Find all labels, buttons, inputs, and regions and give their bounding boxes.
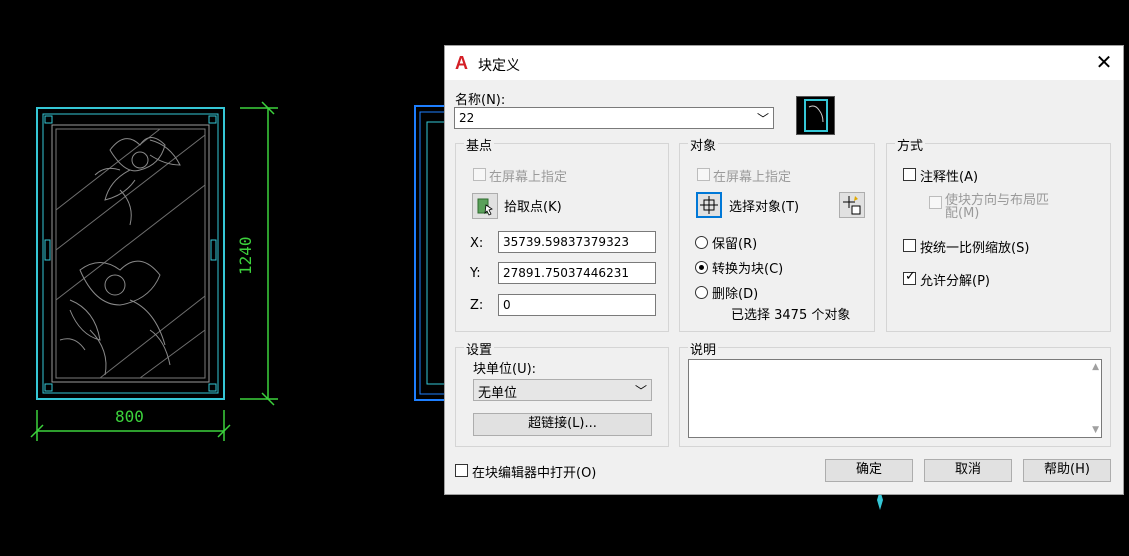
pick-point-icon xyxy=(477,198,493,216)
z-coordinate-field[interactable] xyxy=(498,294,656,316)
scale-uniformly-label: 按统一比例缩放(S) xyxy=(920,241,1030,256)
cad-inner-frame-3 xyxy=(55,128,206,379)
x-label: X: xyxy=(470,236,484,251)
annotative-checkbox[interactable] xyxy=(903,168,916,181)
x-coordinate-field[interactable] xyxy=(498,231,656,253)
delete-radio[interactable] xyxy=(695,286,708,299)
cad-inner-frame-1 xyxy=(42,113,219,394)
autocad-logo-icon: A xyxy=(455,53,468,73)
block-unit-select[interactable]: 无单位 ﹀ xyxy=(473,379,652,401)
select-objects-label: 选择对象(T) xyxy=(729,200,800,215)
basepoint-onscreen-checkbox[interactable] xyxy=(473,168,486,181)
quick-select-button[interactable] xyxy=(839,192,865,218)
objects-onscreen-checkbox[interactable] xyxy=(697,168,710,181)
cad-floral-pattern-top xyxy=(94,137,181,226)
allow-exploding-checkbox[interactable]: ✓ xyxy=(903,269,916,285)
pick-point-button[interactable] xyxy=(472,193,498,219)
cad-corner-ornaments xyxy=(44,115,217,392)
quick-select-icon xyxy=(843,196,861,215)
y-coordinate-field[interactable] xyxy=(498,262,656,284)
delete-label: 删除(D) xyxy=(712,287,759,302)
selected-count-text: 已选择 3475 个对象 xyxy=(731,308,851,323)
select-objects-button[interactable] xyxy=(696,192,722,218)
block-unit-label: 块单位(U): xyxy=(473,362,537,377)
cad-floral-pattern-bottom xyxy=(59,260,171,376)
behavior-title: 方式 xyxy=(895,135,926,154)
convert-to-block-label: 转换为块(C) xyxy=(712,262,784,277)
name-combobox[interactable]: 22 ﹀ xyxy=(454,107,774,129)
annotative-label: 注释性(A) xyxy=(920,170,979,185)
open-in-block-editor-checkbox[interactable] xyxy=(455,464,468,477)
retain-label: 保留(R) xyxy=(712,237,758,252)
settings-title: 设置 xyxy=(464,339,495,358)
objects-title: 对象 xyxy=(688,135,719,154)
scale-uniformly-checkbox[interactable] xyxy=(903,239,916,252)
cancel-button[interactable]: 取消 xyxy=(924,459,1012,482)
basepoint-onscreen-label: 在屏幕上指定 xyxy=(489,170,568,185)
chevron-down-icon[interactable]: ﹀ xyxy=(635,382,647,399)
description-title: 说明 xyxy=(688,339,719,358)
scroll-down-icon[interactable]: ▼ xyxy=(1092,425,1099,435)
objects-group: 对象 在屏幕上指定 选择对象(T) 保留(R) 转换为块(C) 删除(D) 已选… xyxy=(679,135,875,332)
behavior-group: 方式 注释性(A) 使块方向与布局匹配(M) 按统一比例缩放(S) ✓ 允许分解… xyxy=(886,135,1111,332)
match-orientation-label: 使块方向与布局匹配(M) xyxy=(945,193,1050,221)
block-definition-dialog: A 块定义 ✕ 名称(N): 22 ﹀ 基点 在屏幕上指定 拾取点(K) X: … xyxy=(444,45,1124,495)
block-unit-value: 无单位 xyxy=(478,386,518,401)
ok-button[interactable]: 确定 xyxy=(825,459,913,482)
cad-diagonal-lines xyxy=(55,128,206,379)
close-button[interactable]: ✕ xyxy=(1093,51,1115,73)
chevron-down-icon[interactable]: ﹀ xyxy=(757,110,769,127)
help-button[interactable]: 帮助(H) xyxy=(1023,459,1111,482)
pick-point-label: 拾取点(K) xyxy=(504,200,562,215)
match-orientation-checkbox[interactable] xyxy=(929,196,942,209)
checkmark-icon: ✓ xyxy=(905,269,916,284)
y-label: Y: xyxy=(470,266,481,281)
dimension-height-label: 1240 xyxy=(236,236,255,275)
dialog-titlebar[interactable]: A 块定义 ✕ xyxy=(445,46,1123,80)
z-label: Z: xyxy=(470,298,484,313)
convert-to-block-radio[interactable] xyxy=(695,261,708,274)
dialog-title: 块定义 xyxy=(478,58,520,74)
name-label: 名称(N): xyxy=(455,93,506,108)
open-in-block-editor-label: 在块编辑器中打开(O) xyxy=(472,466,597,481)
basepoint-title: 基点 xyxy=(464,135,495,154)
basepoint-group: 基点 在屏幕上指定 拾取点(K) X: Y: Z: xyxy=(455,135,669,332)
allow-exploding-label: 允许分解(P) xyxy=(920,274,990,289)
description-group: 说明 ▲ ▼ xyxy=(679,339,1111,447)
hyperlink-button[interactable]: 超链接(L)... xyxy=(473,413,652,436)
description-textarea[interactable]: ▲ ▼ xyxy=(688,359,1102,438)
scroll-up-icon[interactable]: ▲ xyxy=(1092,362,1099,372)
cad-inner-frame-2 xyxy=(51,124,210,383)
block-preview-thumbnail xyxy=(796,96,835,135)
retain-radio[interactable] xyxy=(695,236,708,249)
objects-onscreen-label: 在屏幕上指定 xyxy=(713,170,792,185)
settings-group: 设置 块单位(U): 无单位 ﹀ 超链接(L)... xyxy=(455,339,669,447)
name-value: 22 xyxy=(459,111,475,125)
select-objects-icon xyxy=(700,196,718,214)
dimension-width-label: 800 xyxy=(115,407,144,426)
